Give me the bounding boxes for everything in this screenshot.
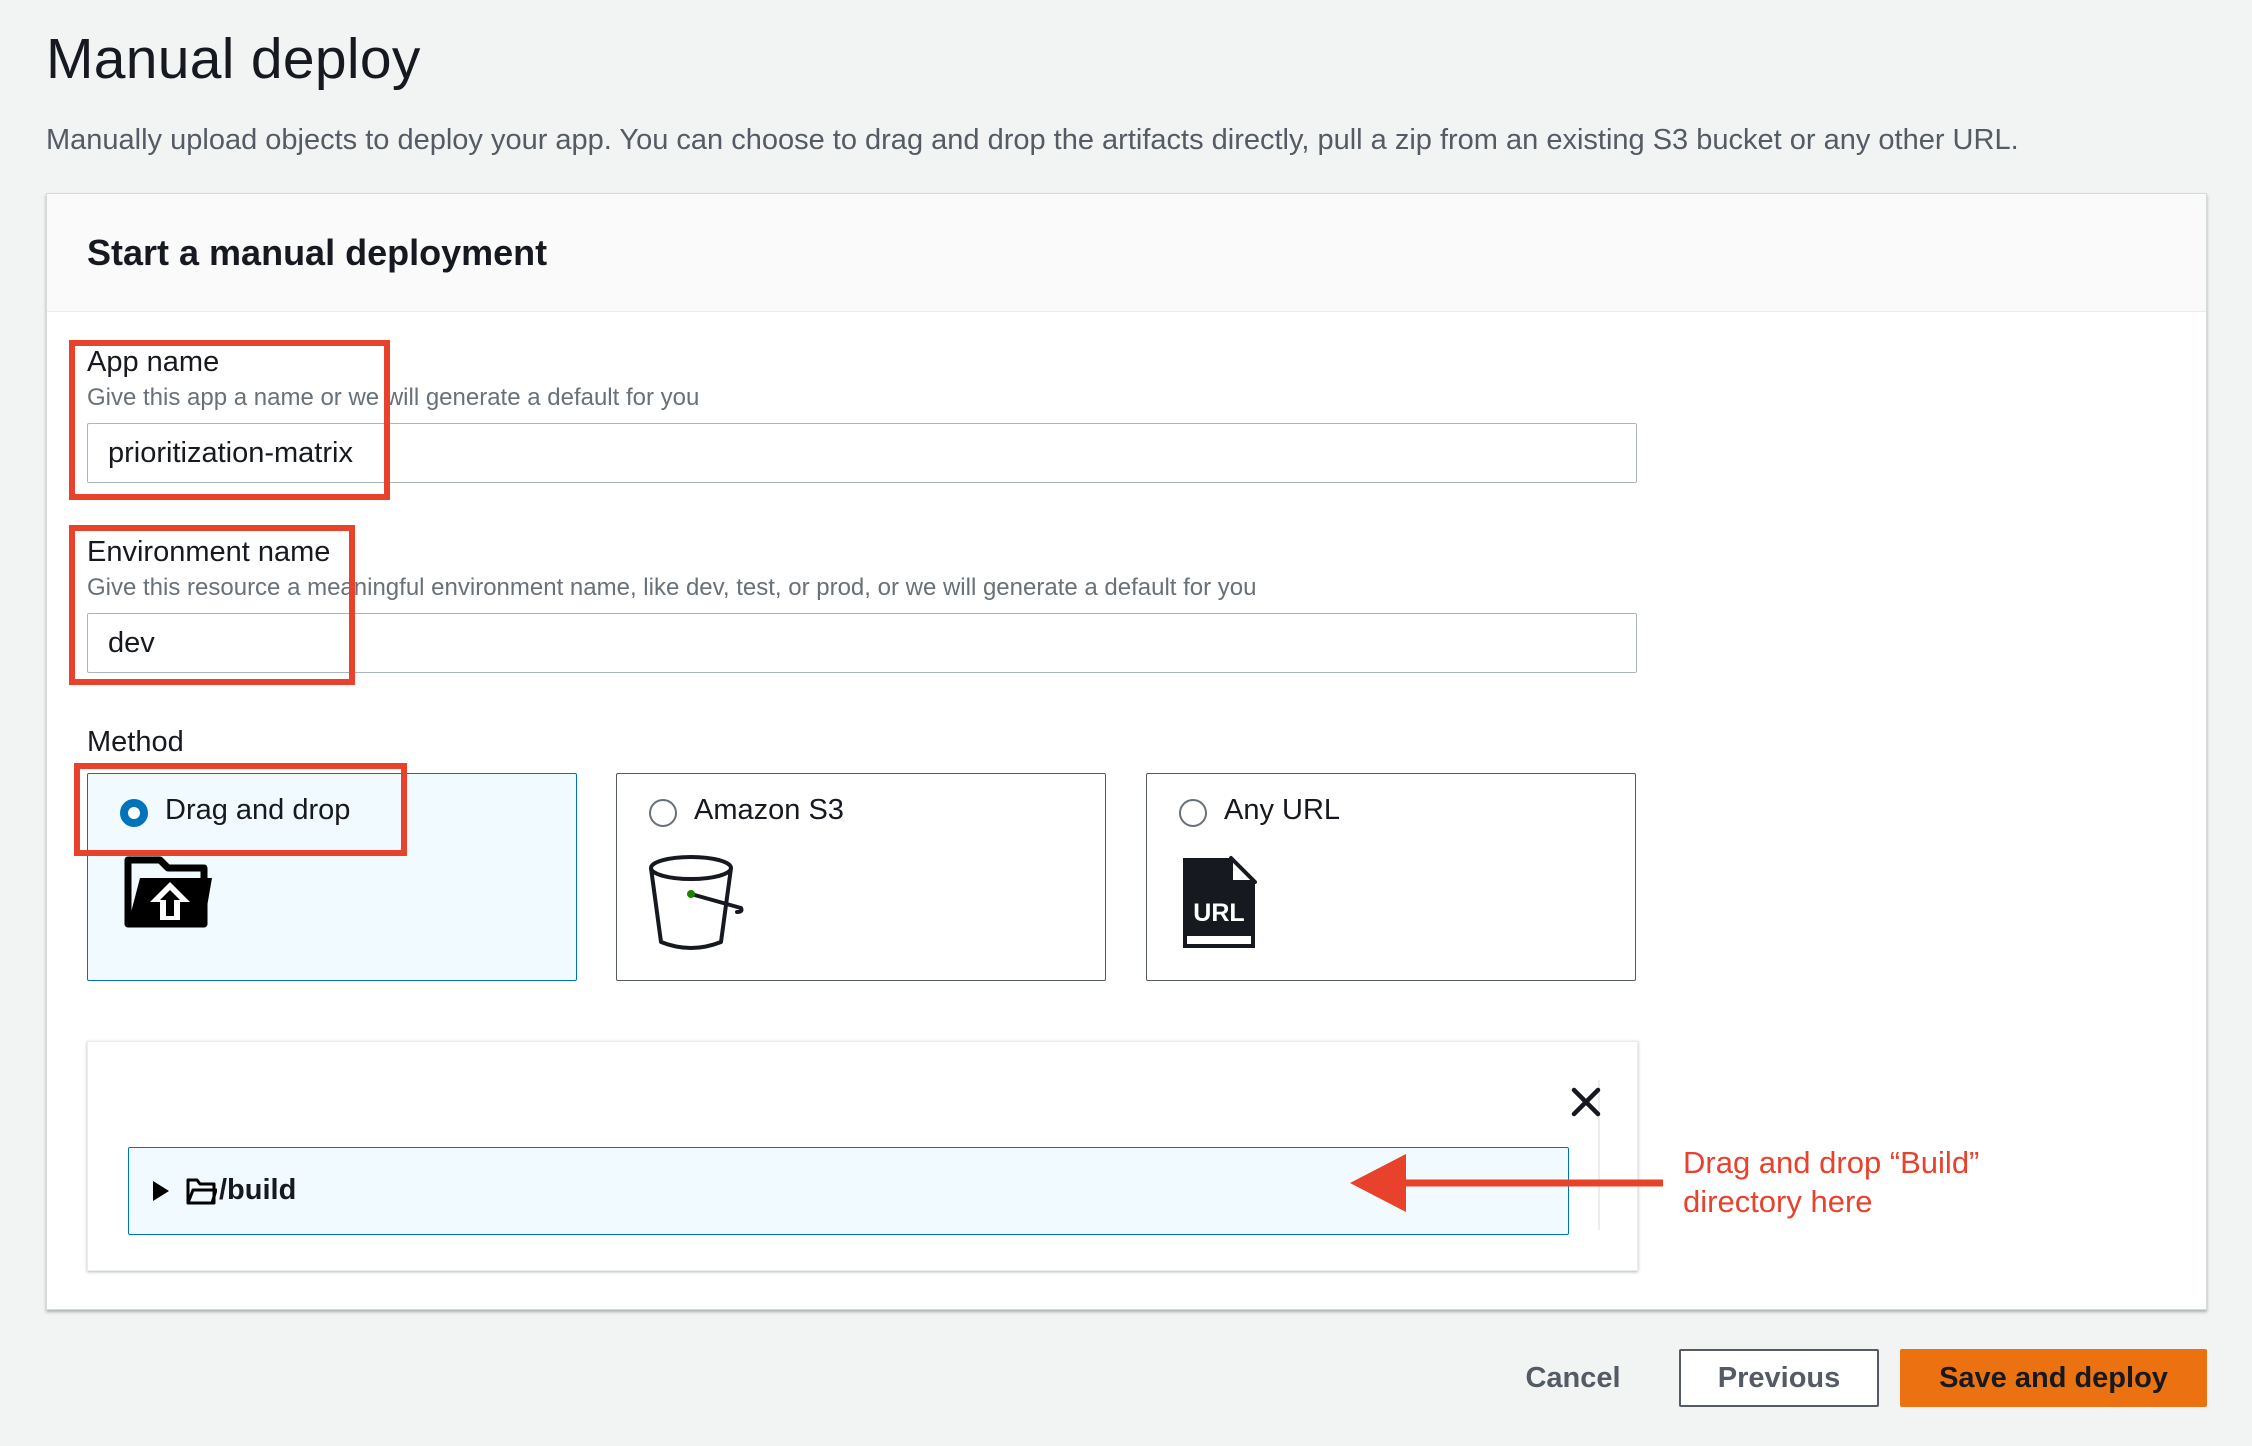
page-description: Manually upload objects to deploy your a… [46, 124, 2019, 156]
url-file-icon: URL [1179, 854, 1259, 957]
environment-name-label: Environment name [87, 536, 331, 568]
any-url-label: Any URL [1224, 794, 1341, 826]
annotation-text: Drag and drop “Build” directory here [1683, 1143, 2103, 1221]
app-name-label: App name [87, 346, 220, 378]
app-name-input[interactable] [87, 423, 1637, 483]
container-header: Start a manual deployment [47, 194, 2206, 312]
drag-and-drop-radio[interactable] [120, 799, 148, 827]
cancel-button[interactable]: Cancel [1509, 1349, 1637, 1407]
annotation-arrow-icon [1350, 1150, 1670, 1221]
environment-name-input[interactable] [87, 613, 1637, 673]
annotation-line-2: directory here [1683, 1184, 1873, 1219]
container-title: Start a manual deployment [87, 232, 548, 273]
any-url-radio[interactable] [1179, 799, 1207, 827]
build-folder-label: /build [219, 1174, 297, 1206]
caret-right-icon[interactable] [151, 1180, 171, 1207]
save-and-deploy-button[interactable]: Save and deploy [1900, 1349, 2207, 1407]
environment-name-description: Give this resource a meaningful environm… [87, 574, 1257, 601]
svg-text:URL: URL [1193, 899, 1244, 927]
amazon-s3-radio[interactable] [649, 799, 677, 827]
previous-button[interactable]: Previous [1679, 1349, 1879, 1407]
bucket-icon [649, 854, 745, 959]
folder-upload-icon [120, 854, 212, 935]
method-tile-any-url[interactable]: Any URL URL [1146, 773, 1636, 981]
method-tile-amazon-s3[interactable]: Amazon S3 [616, 773, 1106, 981]
close-icon[interactable] [1568, 1084, 1604, 1120]
page-title: Manual deploy [46, 27, 421, 91]
method-label: Method [87, 726, 184, 758]
method-tile-drag-and-drop[interactable]: Drag and drop [87, 773, 577, 981]
annotation-line-1: Drag and drop “Build” [1683, 1145, 1980, 1180]
folder-open-icon [185, 1176, 218, 1211]
amazon-s3-label: Amazon S3 [694, 794, 844, 826]
app-name-description: Give this app a name or we will generate… [87, 384, 700, 411]
drag-and-drop-label: Drag and drop [165, 794, 351, 826]
